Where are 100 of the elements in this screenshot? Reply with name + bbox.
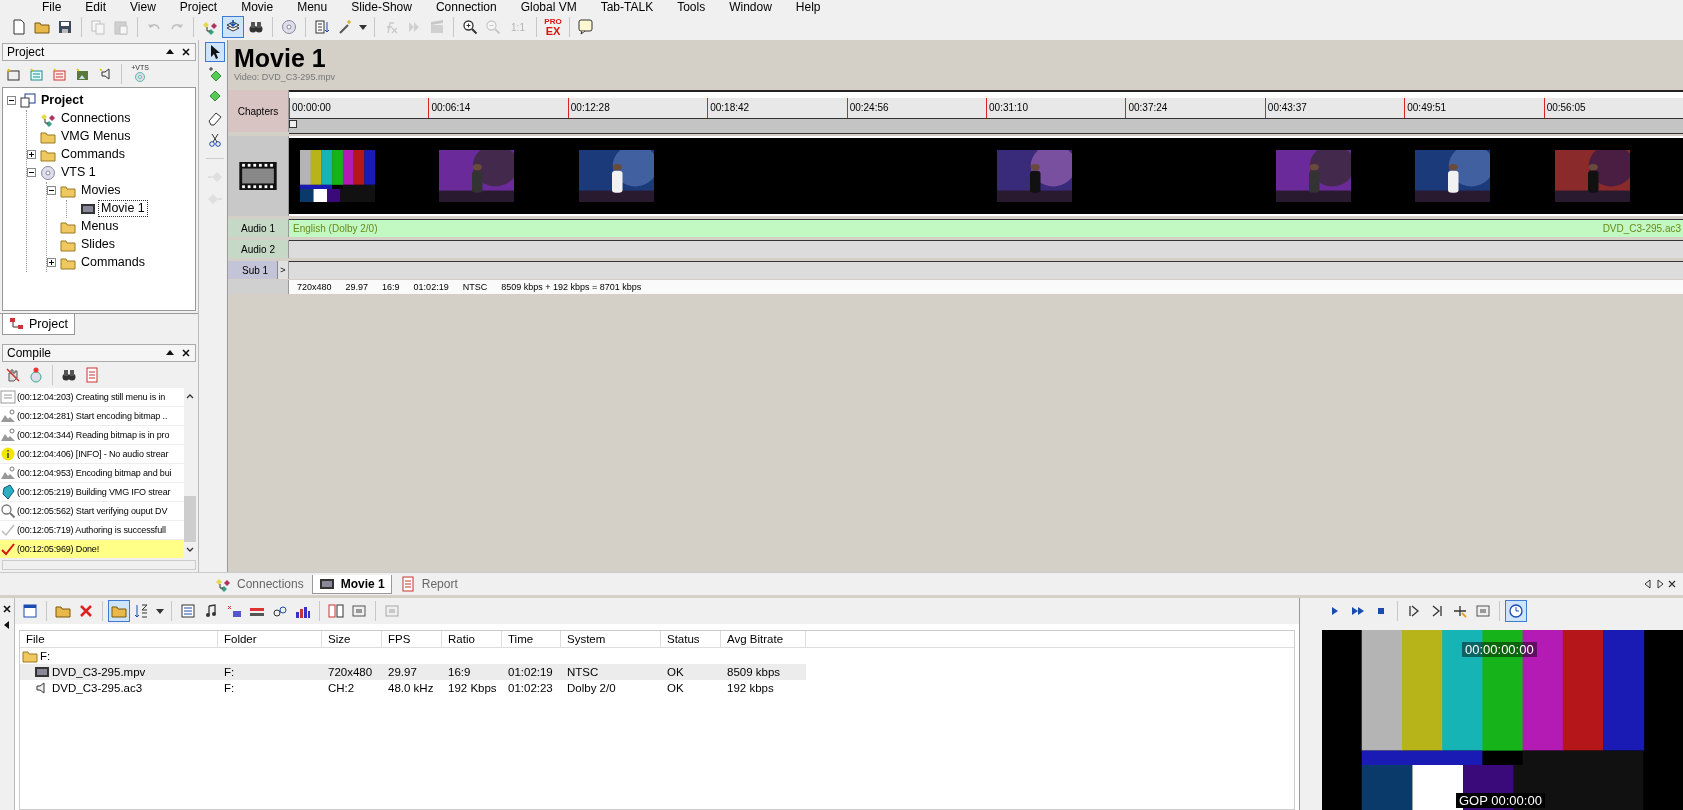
pro-ex-button[interactable]: PRO EX <box>542 16 564 38</box>
file-row[interactable]: DVD_C3-295.mpv F: 720x480 29.97 16:9 01:02:19 NTSC OK 8509 kbps <box>20 664 806 680</box>
disc-icon <box>40 164 56 181</box>
binoculars-icon <box>248 19 264 35</box>
close-icon[interactable] <box>2 604 12 614</box>
folder-icon <box>55 603 71 619</box>
menu-item[interactable]: View <box>118 0 168 14</box>
tree-toggle[interactable] <box>47 185 57 196</box>
list-icon <box>314 19 330 35</box>
table-cell: 01:02:23 <box>508 682 553 694</box>
column-header[interactable]: Ratio <box>442 631 502 647</box>
scroll-left-icon[interactable] <box>1643 579 1653 589</box>
tree-item[interactable]: Commands <box>79 255 147 271</box>
tree-toggle[interactable] <box>7 95 17 106</box>
collapse-left-icon[interactable] <box>2 620 12 630</box>
landscape-icon <box>0 465 16 482</box>
tree-item[interactable]: Movie 1 <box>99 201 147 217</box>
tree-item[interactable]: Project <box>39 93 86 109</box>
table-cell: 29.97 <box>388 666 417 678</box>
music-icon <box>203 603 219 619</box>
tree-item[interactable]: VTS 1 <box>59 165 98 181</box>
sort-icon <box>134 603 150 619</box>
menu-item[interactable]: Connection <box>423 0 509 14</box>
time-tick: 00:31:10 <box>986 98 1126 118</box>
movie-title: Movie 1 <box>233 43 327 72</box>
tree-item[interactable]: VMG Menus <box>59 129 133 145</box>
track-label: Sub 1 <box>242 264 269 276</box>
tree-item[interactable]: Connections <box>59 111 133 127</box>
close-icon[interactable] <box>1667 579 1677 589</box>
film-icon <box>34 664 50 680</box>
table-cell: DVD_C3-295.ac3 <box>52 682 143 694</box>
document-tab[interactable]: Movie 1 <box>311 574 392 594</box>
horizontal-scrollbar[interactable] <box>2 560 196 570</box>
audio-file-icon <box>226 603 242 619</box>
log-entry: (00:12:04:203) Creating still menu is in <box>17 392 166 403</box>
menu-item[interactable]: Help <box>783 0 833 14</box>
new-slide-icon <box>74 65 90 82</box>
table-cell: NTSC <box>567 666 599 678</box>
zoom-out-icon <box>485 19 501 35</box>
menu-item[interactable]: Slide-Show <box>339 0 424 14</box>
table-cell: 01:02:19 <box>508 666 553 678</box>
panel-tab[interactable]: Project <box>2 314 75 336</box>
menu-item[interactable]: Menu <box>285 0 340 14</box>
fast-forward-icon <box>406 19 422 35</box>
file-row[interactable]: DVD_C3-295.ac3 F: CH:2 48.0 kHz 192 Kbps 01:02:23 Dolby 2/0 OK 192 kbps <box>20 680 1294 696</box>
expand-button[interactable]: > <box>277 261 288 279</box>
page-icon <box>11 19 27 35</box>
table-cell: 16:9 <box>448 666 471 678</box>
column-header[interactable]: System <box>561 631 661 647</box>
landscape-icon <box>0 427 16 444</box>
tool-button[interactable] <box>205 42 225 62</box>
log-entry: (00:12:04:406) [INFO] - No audio strear <box>17 449 169 460</box>
scroll-right-icon[interactable] <box>1655 579 1665 589</box>
menu-item[interactable]: Project <box>167 0 230 14</box>
tree-item[interactable]: Movies <box>79 183 123 199</box>
menu-item[interactable]: Edit <box>73 0 119 14</box>
close-icon[interactable] <box>181 46 191 57</box>
connection-icon <box>215 576 231 592</box>
log-entry: (00:12:04:344) Reading bitmap is in pro <box>17 430 170 441</box>
log-entry: (00:12:05:219) Building VMG IFO strear <box>17 487 171 498</box>
menu-item[interactable]: Tools <box>665 0 718 14</box>
toolbar-button[interactable] <box>222 16 244 38</box>
menu-item[interactable]: Global VM <box>508 0 589 14</box>
tree-toggle[interactable] <box>47 257 57 268</box>
menu-item[interactable]: Tab-TALK <box>588 0 666 14</box>
video-file-label: Video: DVD_C3-295.mpv <box>233 72 336 84</box>
tree-toggle[interactable] <box>27 149 37 160</box>
panel-title: Project <box>7 44 45 59</box>
column-header[interactable]: Status <box>661 631 721 647</box>
time-tick: 00:43:37 <box>1264 98 1405 118</box>
column-header[interactable]: FPS <box>382 631 442 647</box>
menu-item[interactable]: File <box>30 0 74 14</box>
player-button[interactable] <box>1505 600 1527 622</box>
info-icon <box>0 446 16 463</box>
table-cell: 48.0 kHz <box>388 682 434 694</box>
tree-item[interactable]: Commands <box>59 147 127 163</box>
menu-item[interactable]: Window <box>717 0 784 14</box>
column-header[interactable]: Time <box>502 631 561 647</box>
time-tick: 00:24:56 <box>846 98 987 118</box>
column-header[interactable]: Folder <box>218 631 322 647</box>
eraser-icon <box>207 110 223 126</box>
column-header[interactable]: File <box>20 631 218 647</box>
table-cell: Dolby 2/0 <box>567 682 616 694</box>
clip-label: English (Dolby 2/0) <box>293 223 378 234</box>
film-icon <box>239 162 277 190</box>
tree-toggle[interactable] <box>27 167 37 178</box>
column-header[interactable]: Size <box>322 631 382 647</box>
close-icon[interactable] <box>181 348 191 359</box>
column-header[interactable]: Avg Bitrate <box>721 631 806 647</box>
menu-item[interactable]: Movie <box>229 0 286 14</box>
document-tab[interactable]: Report <box>393 575 464 593</box>
chapter-handle[interactable] <box>289 120 297 128</box>
new-menu-icon <box>51 65 67 82</box>
delete-icon <box>78 603 94 619</box>
info-text: NTSC <box>462 282 488 292</box>
project-icon <box>20 92 36 109</box>
tree-item[interactable]: Menus <box>79 219 121 235</box>
tree-item[interactable]: Slides <box>79 237 118 253</box>
document-tab[interactable]: Connections <box>209 575 310 593</box>
table-cell: 192 Kbps <box>448 682 497 694</box>
